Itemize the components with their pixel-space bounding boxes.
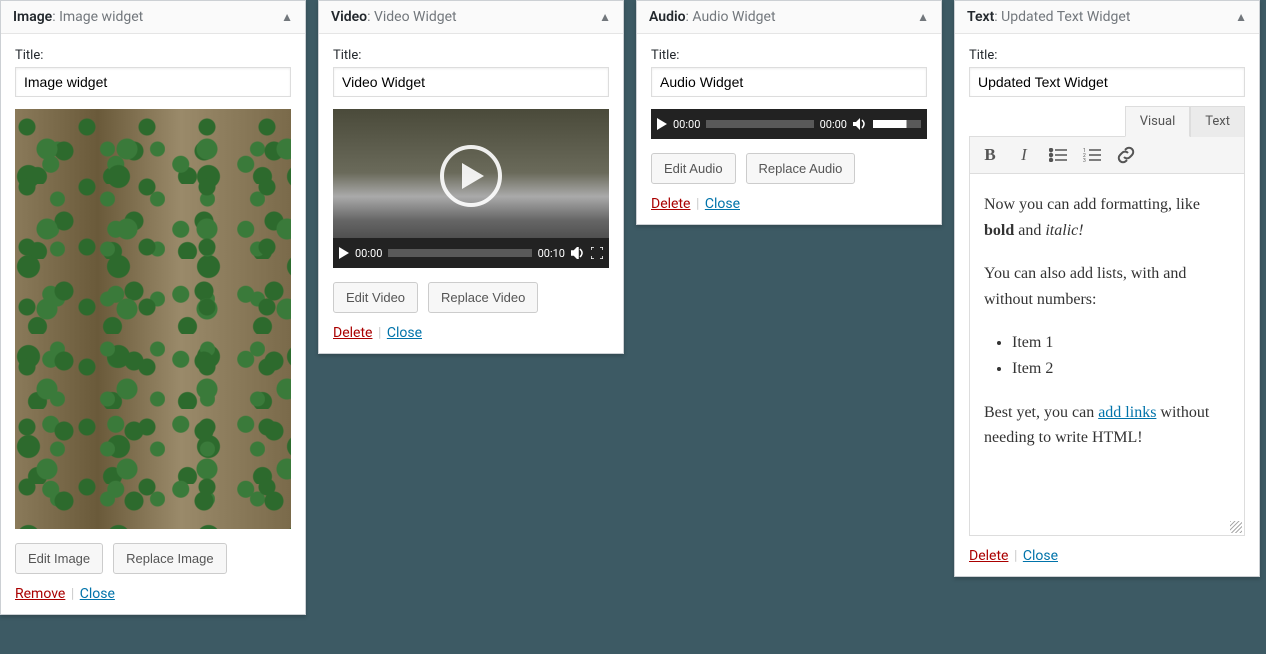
video-preview[interactable]: 00:00 00:10 (333, 109, 609, 268)
play-button[interactable] (440, 145, 502, 207)
widget-header[interactable]: Text: Updated Text Widget ▲ (955, 1, 1259, 34)
image-widget: Image: Image widget ▲ Title: Edit Image … (0, 0, 306, 615)
content-link[interactable]: add links (1098, 404, 1156, 421)
volume-icon[interactable] (853, 118, 867, 130)
edit-video-button[interactable]: Edit Video (333, 282, 418, 313)
time-current: 00:00 (355, 247, 382, 260)
video-controls: 00:00 00:10 (333, 238, 609, 268)
link-icon[interactable] (1116, 145, 1136, 165)
collapse-icon[interactable]: ▲ (599, 10, 611, 24)
collapse-icon[interactable]: ▲ (1235, 10, 1247, 24)
image-preview[interactable] (15, 109, 291, 529)
title-label: Title: (651, 48, 927, 63)
title-input[interactable] (969, 67, 1245, 97)
bold-icon[interactable]: B (980, 145, 1000, 165)
title-label: Title: (333, 48, 609, 63)
italic-icon[interactable]: I (1014, 145, 1034, 165)
text-widget: Text: Updated Text Widget ▲ Title: Visua… (954, 0, 1260, 577)
bullet-list-icon[interactable] (1048, 145, 1068, 165)
list-item: Item 1 (1012, 330, 1230, 356)
audio-widget: Audio: Audio Widget ▲ Title: 00:00 00:00… (636, 0, 942, 225)
audio-player: 00:00 00:00 (651, 109, 927, 139)
widget-type: Audio (649, 9, 686, 25)
time-current: 00:00 (673, 118, 700, 131)
delete-link[interactable]: Delete (333, 325, 372, 341)
tab-text[interactable]: Text (1190, 106, 1245, 137)
play-icon[interactable] (657, 118, 667, 130)
close-link[interactable]: Close (387, 325, 422, 341)
widget-type: Text (967, 9, 994, 25)
fullscreen-icon[interactable] (591, 247, 603, 259)
widget-header[interactable]: Image: Image widget ▲ (1, 1, 305, 34)
audio-progress[interactable] (706, 120, 813, 128)
widget-name: : Updated Text Widget (994, 9, 1130, 25)
close-link[interactable]: Close (80, 586, 115, 602)
edit-audio-button[interactable]: Edit Audio (651, 153, 736, 184)
video-widget: Video: Video Widget ▲ Title: 00:00 00:10 (318, 0, 624, 354)
title-label: Title: (969, 48, 1245, 63)
replace-video-button[interactable]: Replace Video (428, 282, 538, 313)
text-editor[interactable]: Now you can add formatting, like bold an… (969, 174, 1245, 536)
widget-name: : Video Widget (367, 9, 457, 25)
widget-header[interactable]: Audio: Audio Widget ▲ (637, 1, 941, 34)
numbered-list-icon[interactable]: 123 (1082, 145, 1102, 165)
collapse-icon[interactable]: ▲ (917, 10, 929, 24)
edit-image-button[interactable]: Edit Image (15, 543, 103, 574)
widget-name: : Audio Widget (686, 9, 776, 25)
delete-link[interactable]: Delete (651, 196, 690, 212)
delete-link[interactable]: Delete (969, 548, 1008, 564)
close-link[interactable]: Close (1023, 548, 1058, 564)
volume-icon[interactable] (571, 247, 585, 259)
play-icon[interactable] (339, 247, 349, 259)
video-progress[interactable] (388, 249, 531, 257)
replace-audio-button[interactable]: Replace Audio (746, 153, 856, 184)
time-total: 00:00 (820, 118, 847, 131)
list-item: Item 2 (1012, 356, 1230, 382)
title-input[interactable] (15, 67, 291, 97)
remove-link[interactable]: Remove (15, 586, 65, 602)
title-input[interactable] (333, 67, 609, 97)
close-link[interactable]: Close (705, 196, 740, 212)
resize-handle[interactable] (1230, 521, 1242, 533)
widget-type: Video (331, 9, 367, 25)
title-input[interactable] (651, 67, 927, 97)
svg-text:3: 3 (1083, 158, 1086, 162)
volume-slider[interactable] (873, 120, 921, 128)
tab-visual[interactable]: Visual (1125, 106, 1191, 137)
editor-toolbar: B I 123 (969, 136, 1245, 174)
widget-type: Image (13, 9, 52, 25)
collapse-icon[interactable]: ▲ (281, 10, 293, 24)
widget-name: : Image widget (52, 9, 143, 25)
widget-header[interactable]: Video: Video Widget ▲ (319, 1, 623, 34)
time-total: 00:10 (538, 247, 565, 260)
title-label: Title: (15, 48, 291, 63)
replace-image-button[interactable]: Replace Image (113, 543, 226, 574)
